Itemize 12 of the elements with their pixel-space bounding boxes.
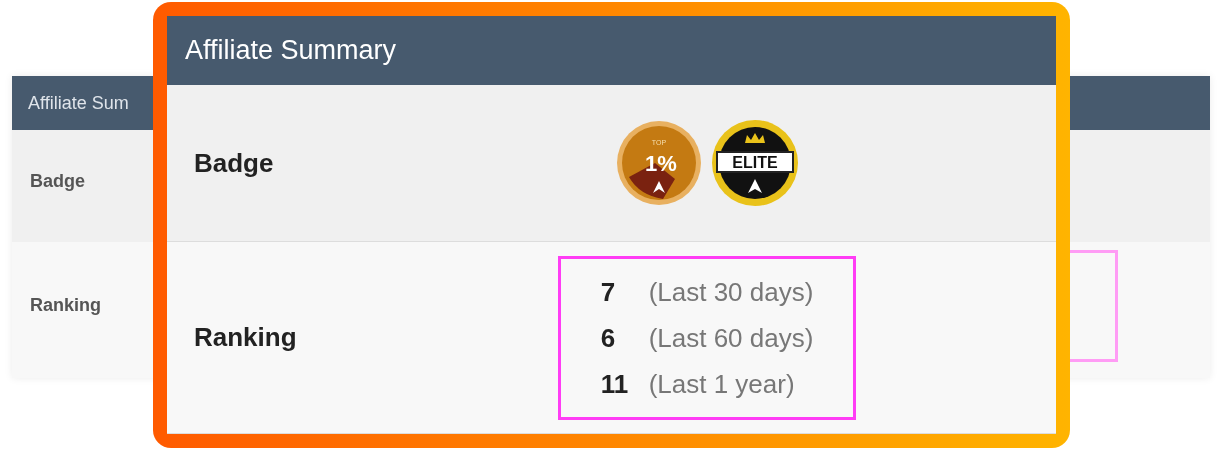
rank-period: (Last 1 year) xyxy=(648,368,795,399)
rank-period: (Last 60 days) xyxy=(648,322,814,353)
table-header: Affiliate Summary xyxy=(167,16,1056,85)
rank-number: 7 xyxy=(600,275,617,309)
row-label: Badge xyxy=(30,171,85,191)
rank-number: 6 xyxy=(600,321,617,355)
elite-badge: ELITE xyxy=(711,119,799,207)
rank-number: 11 xyxy=(600,367,630,401)
row-label: Ranking xyxy=(193,321,298,354)
row-label: Ranking xyxy=(30,295,101,315)
row-label: Badge xyxy=(193,146,275,180)
rank-period: (Last 30 days) xyxy=(648,276,814,307)
